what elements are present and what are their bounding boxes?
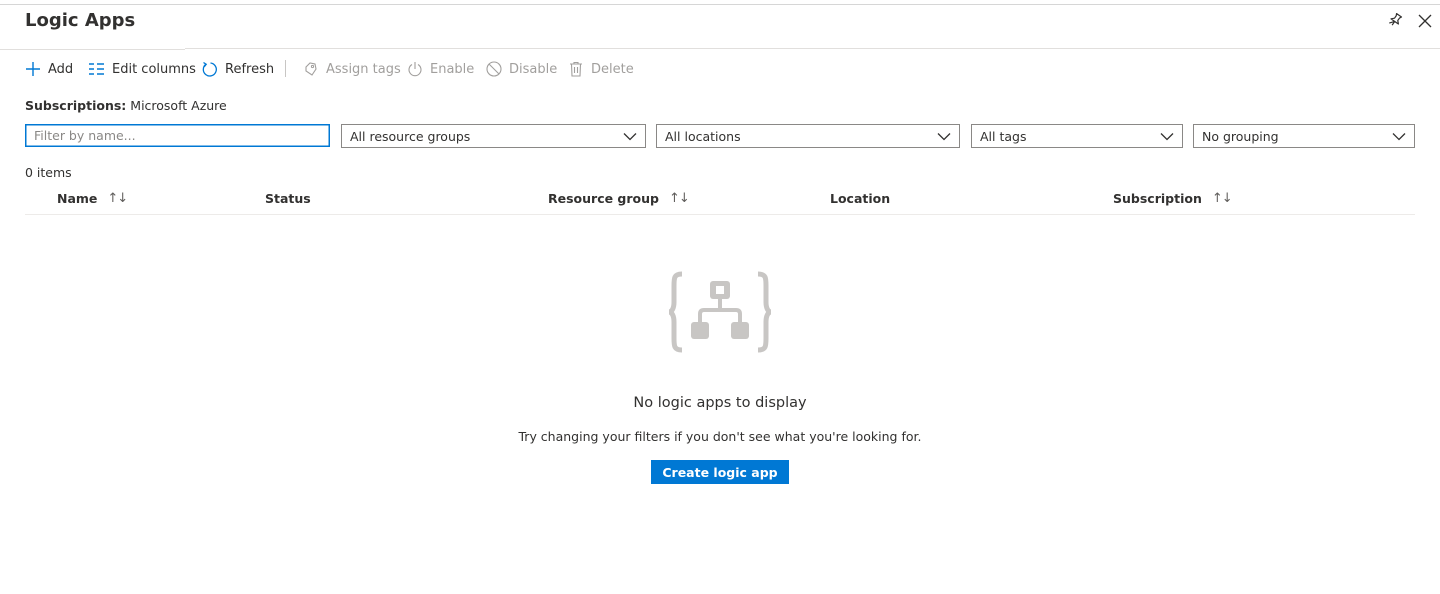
disable-label: Disable — [509, 61, 558, 77]
page-title: Logic Apps — [25, 10, 136, 31]
column-label: Resource group — [548, 190, 659, 206]
assign-tags-label: Assign tags — [326, 61, 401, 77]
tags-value: All tags — [980, 128, 1027, 144]
delete-button[interactable]: Delete — [568, 56, 634, 82]
column-header-status[interactable]: Status — [265, 189, 311, 207]
grouping-value: No grouping — [1202, 128, 1279, 144]
chevron-down-icon — [937, 132, 951, 140]
table-header-divider — [25, 214, 1415, 215]
add-button[interactable]: Add — [25, 56, 73, 82]
add-label: Add — [48, 61, 74, 77]
resource-groups-dropdown[interactable]: All resource groups — [341, 124, 646, 148]
column-label: Subscription — [1113, 190, 1202, 206]
command-bar: Add Edit columns Refresh Assign tags Ena… — [0, 56, 700, 82]
logic-app-icon — [668, 271, 772, 353]
subscriptions-label: Subscriptions: — [25, 98, 127, 113]
enable-label: Enable — [430, 61, 475, 77]
refresh-icon — [202, 61, 217, 77]
chevron-down-icon — [1392, 132, 1406, 140]
column-header-location[interactable]: Location — [830, 189, 890, 207]
tag-icon — [305, 62, 317, 76]
sort-icon[interactable]: ↑↓ — [107, 191, 128, 206]
empty-state-subtitle: Try changing your filters if you don't s… — [518, 429, 922, 444]
edit-columns-button[interactable]: Edit columns — [88, 56, 196, 82]
columns-icon — [89, 63, 104, 75]
plus-icon — [26, 62, 40, 76]
delete-label: Delete — [591, 61, 634, 77]
disable-button[interactable]: Disable — [486, 56, 557, 82]
close-icon[interactable] — [1416, 12, 1434, 30]
assign-tags-button[interactable]: Assign tags — [303, 56, 401, 82]
grouping-dropdown[interactable]: No grouping — [1193, 124, 1415, 148]
locations-value: All locations — [665, 128, 741, 144]
enable-button[interactable]: Enable — [407, 56, 474, 82]
pin-icon[interactable] — [1386, 12, 1404, 30]
header-divider — [185, 48, 1440, 49]
column-label: Location — [830, 190, 891, 206]
chevron-down-icon — [1160, 132, 1174, 140]
toolbar-divider — [285, 60, 286, 77]
refresh-button[interactable]: Refresh — [201, 56, 274, 82]
header-divider — [0, 49, 185, 50]
power-icon — [408, 62, 422, 77]
subscriptions-filter: Subscriptions: Microsoft Azure — [25, 98, 227, 113]
filter-by-name-input[interactable] — [25, 124, 330, 147]
column-header-name[interactable]: Name ↑↓ — [57, 189, 128, 207]
sort-icon[interactable]: ↑↓ — [1212, 191, 1233, 206]
column-header-resource-group[interactable]: Resource group ↑↓ — [548, 189, 690, 207]
edit-columns-label: Edit columns — [112, 61, 196, 77]
resource-groups-value: All resource groups — [350, 128, 471, 144]
subscriptions-value: Microsoft Azure — [130, 98, 227, 113]
column-label: Name — [57, 190, 98, 206]
column-header-subscription[interactable]: Subscription ↑↓ — [1113, 189, 1233, 207]
chevron-down-icon — [623, 132, 637, 140]
create-logic-app-button[interactable]: Create logic app — [651, 460, 789, 484]
empty-state-title: No logic apps to display — [633, 395, 807, 411]
top-border — [0, 4, 1440, 5]
trash-icon — [570, 61, 582, 77]
locations-dropdown[interactable]: All locations — [656, 124, 960, 148]
column-label: Status — [265, 190, 311, 206]
block-icon — [486, 61, 502, 77]
tags-dropdown[interactable]: All tags — [971, 124, 1183, 148]
sort-icon[interactable]: ↑↓ — [669, 191, 690, 206]
refresh-label: Refresh — [225, 61, 275, 77]
item-count: 0 items — [25, 165, 72, 180]
